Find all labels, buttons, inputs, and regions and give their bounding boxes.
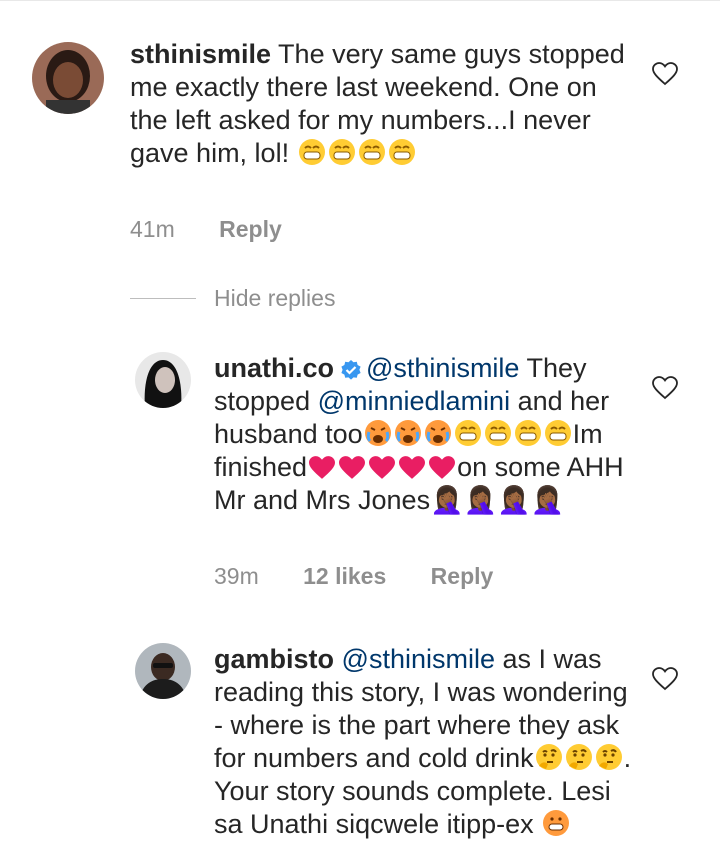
comment-meta: 41m Reply <box>130 216 282 243</box>
hide-replies-toggle[interactable]: Hide replies <box>130 283 335 313</box>
timestamp: 41m <box>130 216 175 242</box>
thinking-emoji-icon <box>535 744 562 770</box>
username[interactable]: sthinismile <box>130 39 271 69</box>
username[interactable]: gambisto <box>214 644 334 674</box>
reply-button[interactable]: Reply <box>431 563 494 590</box>
laughing-emoji-icon <box>484 420 511 446</box>
heart-emoji-icon <box>429 456 456 479</box>
mention-link[interactable]: @sthinismile <box>342 644 495 674</box>
avatar[interactable] <box>135 352 191 408</box>
crying-emoji-icon <box>364 420 391 446</box>
heart-emoji-icon <box>339 456 366 479</box>
username[interactable]: unathi.co <box>214 353 334 383</box>
thinking-emoji-icon <box>595 744 622 770</box>
laughing-emoji-icon <box>388 139 415 165</box>
laughing-emoji-icon <box>358 139 385 165</box>
mention-link[interactable]: @minniedlamini <box>318 386 510 416</box>
laughing-emoji-icon <box>328 139 355 165</box>
unrendered-emoji-glyphs: 🤦🏾‍♀️🤦🏾‍♀️🤦🏾‍♀️🤦🏾‍♀️ <box>430 485 565 515</box>
top-divider <box>0 0 720 1</box>
comment-text: sthinismile The very same guys stopped m… <box>130 39 625 168</box>
avatar[interactable] <box>135 643 191 699</box>
heart-emoji-icon <box>309 456 336 479</box>
like-heart-icon[interactable] <box>652 376 678 400</box>
grinning-sweat-emoji-icon <box>543 810 570 836</box>
like-heart-icon[interactable] <box>652 667 678 691</box>
laughing-emoji-icon <box>454 420 481 446</box>
mention-link[interactable]: @sthinismile <box>366 353 519 383</box>
comment-text: unathi.co @sthinismile They stopped @minn… <box>214 353 624 515</box>
heart-emoji-icon <box>369 456 396 479</box>
verified-badge-icon <box>341 360 361 380</box>
timestamp: 39m <box>214 563 259 589</box>
divider-line <box>130 297 196 299</box>
laughing-emoji-icon <box>514 420 541 446</box>
laughing-emoji-icon <box>298 139 325 165</box>
crying-emoji-icon <box>394 420 421 446</box>
hide-replies-label: Hide replies <box>214 284 336 311</box>
avatar[interactable] <box>32 42 104 114</box>
reply-button[interactable]: Reply <box>219 216 282 243</box>
thinking-emoji-icon <box>565 744 592 770</box>
comment-meta: 39m 12 likes Reply <box>214 563 493 590</box>
comment-text: gambisto @sthinismile as I was reading t… <box>214 644 632 839</box>
heart-emoji-icon <box>399 456 426 479</box>
laughing-emoji-icon <box>544 420 571 446</box>
crying-emoji-icon <box>424 420 451 446</box>
likes-count-link[interactable]: 12 likes <box>303 563 386 590</box>
like-heart-icon[interactable] <box>652 62 678 86</box>
